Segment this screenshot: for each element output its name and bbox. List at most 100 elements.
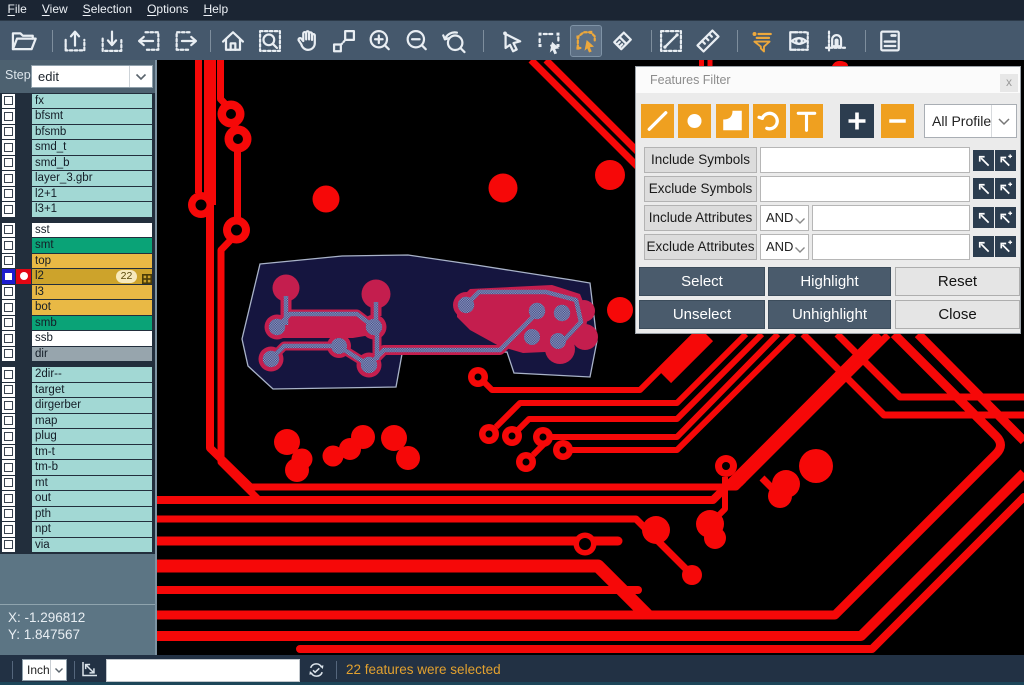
layer-row-target[interactable]: target [0,383,155,398]
layer-checkbox[interactable] [2,476,15,491]
layer-checkbox[interactable] [2,398,15,413]
layer-row-via[interactable]: via [0,538,155,553]
and-combobox[interactable]: AND [760,205,809,231]
feature-type-circle-icon[interactable] [678,104,711,138]
layer-checkbox[interactable] [2,187,15,202]
home-icon[interactable] [218,26,248,56]
pick-add-arrow-button[interactable] [995,236,1016,257]
angle-icon[interactable] [80,661,98,683]
pick-add-arrow-button[interactable] [995,178,1016,199]
unhighlight-button[interactable]: Unhighlight [768,300,891,329]
select-button[interactable]: Select [639,267,765,296]
unselect-button[interactable]: Unselect [639,300,765,329]
work-layer-indicator[interactable] [16,269,31,284]
margin-right-icon[interactable] [171,26,201,56]
layer-checkbox[interactable] [2,429,15,444]
layer-row-bfsmt[interactable]: bfsmt [0,109,155,124]
open-icon[interactable] [9,26,39,56]
highlight-button[interactable]: Highlight [768,267,891,296]
layer-row-smd_t[interactable]: smd_t [0,140,155,155]
layer-checkbox[interactable] [2,331,15,346]
pointer-icon[interactable] [497,26,527,56]
layer-row-l3[interactable]: l3 [0,285,155,300]
feature-type-text-icon[interactable] [790,104,823,138]
unit-combobox[interactable]: Inch [22,659,67,681]
layer-row-l2[interactable]: l222 [0,269,155,284]
menu-item-selection[interactable]: Selection [75,0,139,20]
ruler-icon[interactable] [693,26,723,56]
snap-icon[interactable] [821,26,851,56]
layer-row-tm-b[interactable]: tm-b [0,460,155,475]
layer-checkbox[interactable] [2,367,15,382]
exclude-symbols-input[interactable] [760,176,970,202]
layer-row-mt[interactable]: mt [0,476,155,491]
layer-checkbox[interactable] [2,94,15,109]
layer-checkbox[interactable] [2,171,15,186]
filter-icon[interactable] [747,26,777,56]
layer-checkbox[interactable] [2,507,15,522]
exclude-symbols-button[interactable]: Exclude Symbols [644,176,757,202]
profile-combobox[interactable]: All Profile [924,104,1017,138]
zoom-area-icon[interactable] [255,26,285,56]
zoom-out-icon[interactable] [402,26,432,56]
layer-checkbox[interactable] [2,254,15,269]
layer-checkbox[interactable] [2,316,15,331]
display-icon[interactable] [784,26,814,56]
layer-row-smb[interactable]: smb [0,316,155,331]
layer-row-out[interactable]: out [0,491,155,506]
feature-type-surface-icon[interactable] [716,104,749,138]
layer-row-dir[interactable]: dir [0,347,155,362]
clear-icon[interactable] [608,26,638,56]
select-rect-icon[interactable] [534,26,564,56]
layer-row-l2+1[interactable]: l2+1 [0,187,155,202]
remove-filter-button[interactable] [881,104,914,138]
layer-row-2dir--[interactable]: 2dir-- [0,367,155,382]
layer-checkbox[interactable] [2,285,15,300]
layer-row-smt[interactable]: smt [0,238,155,253]
report-icon[interactable] [875,26,905,56]
layer-row-dirgerber[interactable]: dirgerber [0,398,155,413]
include-symbols-input[interactable] [760,147,970,173]
layer-row-ssb[interactable]: ssb [0,331,155,346]
include-attributes-button[interactable]: Include Attributes [644,205,757,231]
layer-checkbox[interactable] [2,445,15,460]
layer-checkbox[interactable] [2,109,15,124]
menu-item-file[interactable]: File [0,0,34,20]
layer-checkbox[interactable] [2,202,15,217]
dialog-close-button[interactable]: x [1000,74,1018,92]
layer-checkbox[interactable] [2,238,15,253]
menu-item-options[interactable]: Options [140,0,196,20]
pan-icon[interactable] [292,26,322,56]
layer-row-smd_b[interactable]: smd_b [0,156,155,171]
zoom-in-icon[interactable] [365,26,395,56]
layer-checkbox[interactable] [2,347,15,362]
layer-checkbox[interactable] [2,223,15,238]
layer-checkbox[interactable] [2,522,15,537]
layer-checkbox[interactable] [2,538,15,553]
refresh-icon[interactable] [307,661,326,684]
dialog-titlebar[interactable]: Features Filter x [636,67,1020,93]
margin-down-icon[interactable] [97,26,127,56]
include-attributes-input[interactable] [812,205,970,231]
layer-checkbox[interactable] [2,125,15,140]
layer-checkbox[interactable] [2,460,15,475]
layer-row-sst[interactable]: sst [0,223,155,238]
layer-row-fx[interactable]: fx [0,94,155,109]
layer-row-plug[interactable]: plug [0,429,155,444]
close-button[interactable]: Close [895,300,1020,329]
pick-arrow-button[interactable] [973,178,994,199]
layer-row-bot[interactable]: bot [0,300,155,315]
pick-arrow-button[interactable] [973,150,994,171]
layer-checkbox[interactable] [2,300,15,315]
layer-checkbox[interactable] [2,491,15,506]
margin-left-icon[interactable] [134,26,164,56]
include-symbols-button[interactable]: Include Symbols [644,147,757,173]
layer-row-pth[interactable]: pth [0,507,155,522]
pick-arrow-button[interactable] [973,236,994,257]
feature-type-arc-icon[interactable] [753,104,786,138]
pick-add-arrow-button[interactable] [995,150,1016,171]
exclude-attributes-input[interactable] [812,234,970,260]
pick-add-arrow-button[interactable] [995,207,1016,228]
layer-checkbox[interactable] [2,414,15,429]
command-input[interactable] [106,659,300,682]
